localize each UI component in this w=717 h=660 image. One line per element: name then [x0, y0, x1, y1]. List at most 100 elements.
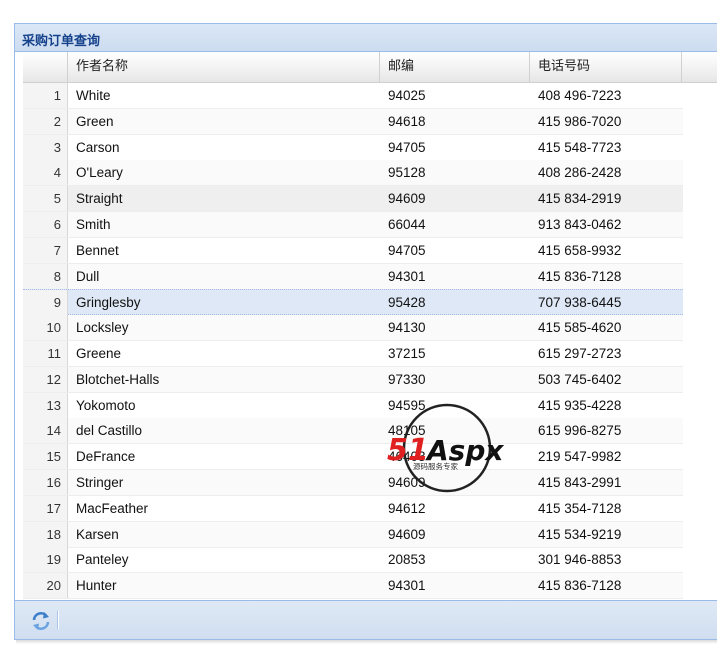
- phone-cell: 415 836-7128: [538, 578, 622, 594]
- zip-cell: 94609: [388, 191, 426, 207]
- panel-header: 采购订单查询: [15, 24, 717, 52]
- column-header-filler: [682, 52, 717, 82]
- author-name-cell: DeFrance: [76, 449, 136, 465]
- table-row[interactable]: 20 Hunter 94301 415 836-7128: [23, 573, 683, 600]
- zip-cell: 94595: [388, 397, 426, 413]
- row-number: 19: [23, 547, 68, 573]
- table-row[interactable]: 18 Karsen 94609 415 534-9219: [23, 521, 683, 548]
- row-number: 5: [23, 186, 68, 212]
- table-row[interactable]: 12 Blotchet-Halls 97330 503 745-6402: [23, 366, 683, 393]
- row-number: 18: [23, 521, 68, 547]
- table-row[interactable]: 5 Straight 94609 415 834-2919: [23, 186, 683, 213]
- phone-cell: 707 938-6445: [538, 295, 622, 311]
- row-number: 16: [23, 470, 68, 495]
- row-number: 15: [23, 444, 68, 470]
- author-name-cell: Hunter: [76, 578, 117, 594]
- author-name-cell: Panteley: [76, 552, 129, 568]
- zip-cell: 95128: [388, 165, 426, 181]
- row-number: 17: [23, 495, 68, 521]
- table-row[interactable]: 19 Panteley 20853 301 946-8853: [23, 547, 683, 574]
- row-number: 4: [23, 160, 68, 186]
- table-row[interactable]: 6 Smith 66044 913 843-0462: [23, 212, 683, 238]
- paging-toolbar: [15, 600, 717, 639]
- table-row[interactable]: 17 MacFeather 94612 415 354-7128: [23, 495, 683, 522]
- phone-cell: 415 935-4228: [538, 397, 622, 413]
- phone-cell: 415 836-7128: [538, 268, 622, 284]
- phone-cell: 219 547-9982: [538, 449, 622, 465]
- table-row[interactable]: 8 Dull 94301 415 836-7128: [23, 263, 683, 290]
- row-number: 7: [23, 237, 68, 263]
- phone-cell: 415 843-2991: [538, 475, 622, 490]
- row-number: 14: [23, 418, 68, 444]
- column-header-row: 作者名称 邮编 电话号码: [23, 52, 717, 83]
- author-name-cell: Blotchet-Halls: [76, 371, 160, 387]
- table-row[interactable]: 16 Stringer 94609 415 843-2991: [23, 470, 683, 496]
- zip-cell: 94609: [388, 526, 426, 542]
- row-number: 20: [23, 573, 68, 599]
- phone-cell: 415 658-9932: [538, 242, 622, 258]
- row-number: 12: [23, 366, 68, 392]
- phone-cell: 415 585-4620: [538, 320, 622, 336]
- table-row[interactable]: 3 Carson 94705 415 548-7723: [23, 134, 683, 161]
- phone-cell: 301 946-8853: [538, 552, 622, 568]
- toolbar-separator: [57, 611, 59, 629]
- table-row[interactable]: 13 Yokomoto 94595 415 935-4228: [23, 392, 683, 419]
- zip-cell: 94612: [388, 500, 426, 516]
- column-header-zip[interactable]: 邮编: [380, 52, 530, 82]
- author-name-cell: Gringlesby: [76, 295, 141, 311]
- table-row[interactable]: 4 O'Leary 95128 408 286-2428: [23, 160, 683, 187]
- zip-cell: 94618: [388, 113, 426, 129]
- author-name-cell: MacFeather: [76, 500, 149, 516]
- zip-cell: 94705: [388, 139, 426, 155]
- panel-title: 采购订单查询: [22, 34, 101, 49]
- table-row[interactable]: 11 Greene 37215 615 297-2723: [23, 341, 683, 367]
- zip-cell: 97330: [388, 371, 426, 387]
- author-name-cell: Karsen: [76, 526, 119, 542]
- phone-cell: 615 297-2723: [538, 346, 622, 361]
- zip-cell: 95428: [388, 295, 426, 311]
- table-row[interactable]: 14 del Castillo 48105 615 996-8275: [23, 418, 683, 445]
- zip-cell: 46403: [388, 449, 426, 465]
- column-header-author-name[interactable]: 作者名称: [68, 52, 380, 82]
- author-name-cell: Smith: [76, 217, 111, 232]
- table-row[interactable]: 1 White 94025 408 496-7223: [23, 83, 683, 109]
- phone-cell: 503 745-6402: [538, 371, 622, 387]
- table-row[interactable]: 9 Gringlesby 95428 707 938-6445: [23, 289, 683, 316]
- zip-cell: 94301: [388, 578, 426, 594]
- author-name-cell: Green: [76, 113, 114, 129]
- table-row[interactable]: 15 DeFrance 46403 219 547-9982: [23, 444, 683, 471]
- zip-cell: 37215: [388, 346, 426, 361]
- table-row[interactable]: 10 Locksley 94130 415 585-4620: [23, 315, 683, 342]
- author-name-cell: White: [76, 88, 111, 103]
- refresh-icon[interactable]: [30, 610, 52, 632]
- author-name-cell: del Castillo: [76, 423, 143, 439]
- table-row[interactable]: 2 Green 94618 415 986-7020: [23, 108, 683, 135]
- author-name-cell: Bennet: [76, 242, 119, 258]
- row-number: 6: [23, 212, 68, 237]
- phone-cell: 913 843-0462: [538, 217, 622, 232]
- row-number: 9: [23, 290, 68, 316]
- author-name-cell: Stringer: [76, 475, 124, 490]
- row-number: 10: [23, 315, 68, 341]
- column-header-phone[interactable]: 电话号码: [530, 52, 682, 82]
- row-number: 3: [23, 134, 68, 160]
- row-number: 1: [23, 83, 68, 108]
- zip-cell: 48105: [388, 423, 426, 439]
- zip-cell: 20853: [388, 552, 426, 568]
- panel-shadow: [16, 640, 717, 644]
- phone-cell: 415 534-9219: [538, 526, 622, 542]
- phone-cell: 615 996-8275: [538, 423, 622, 439]
- row-number: 8: [23, 263, 68, 289]
- author-name-cell: Straight: [76, 191, 123, 207]
- zip-cell: 94025: [388, 88, 426, 103]
- phone-cell: 415 986-7020: [538, 113, 622, 129]
- phone-cell: 408 496-7223: [538, 88, 622, 103]
- column-header-rownum: [23, 52, 68, 82]
- table-row[interactable]: 7 Bennet 94705 415 658-9932: [23, 237, 683, 264]
- purchase-order-panel: 采购订单查询 作者名称 邮编 电话号码 1 White 94025 408 496-7…: [14, 23, 717, 640]
- author-name-cell: Locksley: [76, 320, 129, 336]
- row-number: 13: [23, 392, 68, 418]
- zip-cell: 94705: [388, 242, 426, 258]
- author-name-cell: Dull: [76, 268, 100, 284]
- phone-cell: 408 286-2428: [538, 165, 622, 181]
